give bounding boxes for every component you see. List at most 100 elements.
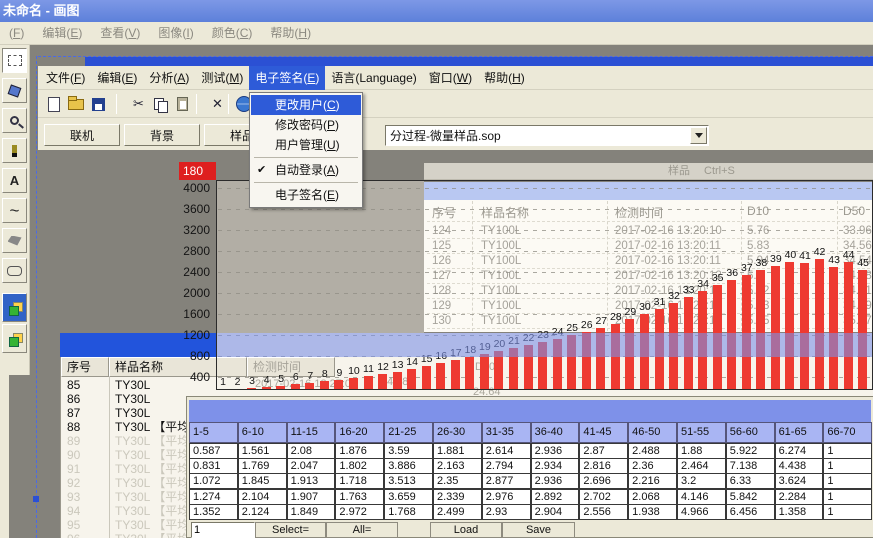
dist-cell[interactable]: 3.59: [384, 443, 433, 459]
dist-cell[interactable]: 3.659: [384, 489, 433, 505]
dist-header-cell[interactable]: 16-20: [335, 422, 384, 443]
tool-zoom-button[interactable]: [2, 108, 27, 133]
dist-cell[interactable]: 1.88: [677, 443, 726, 459]
dist-cell[interactable]: 4.438: [775, 458, 824, 474]
dist-cell[interactable]: 3.513: [384, 473, 433, 489]
dist-cell[interactable]: 3.624: [775, 473, 824, 489]
delete-button[interactable]: ✕: [207, 94, 228, 114]
sop-combo[interactable]: 分过程-微量样品.sop: [385, 125, 709, 146]
menu-item-电子签名(E)[interactable]: 电子签名(E): [251, 185, 361, 205]
combo-dropdown-button[interactable]: [690, 127, 707, 144]
dist-cell[interactable]: 2.87: [579, 443, 628, 459]
paint-title-bar[interactable]: 未命名 - 画图: [0, 0, 873, 22]
dist-header-cell[interactable]: 51-55: [677, 422, 726, 443]
dist-cell[interactable]: 1.352: [189, 504, 238, 520]
dist-cell[interactable]: 1.561: [238, 443, 287, 459]
dist-cell[interactable]: 6.274: [775, 443, 824, 459]
dist-header-cell[interactable]: 11-15: [287, 422, 336, 443]
tool-curve-button[interactable]: ~: [2, 198, 27, 223]
dist-cell[interactable]: 1.274: [189, 489, 238, 505]
dist-cell[interactable]: 4.966: [677, 504, 726, 520]
dist-cell[interactable]: 1.913: [287, 473, 336, 489]
dist-cell[interactable]: 2.936: [531, 473, 580, 489]
dist-cell[interactable]: 2.068: [628, 489, 677, 505]
paint-menu-item-5[interactable]: 帮助(H): [261, 22, 320, 45]
dist-cell[interactable]: 0.831: [189, 458, 238, 474]
dist-cell[interactable]: 1: [823, 458, 872, 474]
dist-header-cell[interactable]: 26-30: [433, 422, 482, 443]
dist-cell[interactable]: 1.718: [335, 473, 384, 489]
dist-cell[interactable]: 5.922: [726, 443, 775, 459]
dist-cell[interactable]: 2.488: [628, 443, 677, 459]
load-button[interactable]: Load: [430, 522, 502, 538]
dist-header-cell[interactable]: 31-35: [482, 422, 531, 443]
tool-select-button[interactable]: [2, 48, 27, 73]
paste-option-opaque-paste[interactable]: [2, 293, 27, 322]
copy-button[interactable]: [150, 94, 171, 114]
paint-menu-item-4[interactable]: 颜色(C): [203, 22, 262, 45]
dist-cell[interactable]: 1.802: [335, 458, 384, 474]
dist-cell[interactable]: 2.936: [531, 443, 580, 459]
dist-header-cell[interactable]: 56-60: [726, 422, 775, 443]
app-menu-item-7[interactable]: 帮助(H): [478, 66, 531, 90]
dist-cell[interactable]: 2.556: [579, 504, 628, 520]
distribution-title-bar[interactable]: [189, 400, 871, 422]
row-count-input[interactable]: [191, 522, 255, 538]
save-button[interactable]: Save: [502, 522, 575, 538]
dist-cell[interactable]: 2.35: [433, 473, 482, 489]
dist-header-cell[interactable]: 61-65: [775, 422, 824, 443]
dist-cell[interactable]: 2.702: [579, 489, 628, 505]
cut-button[interactable]: ✂: [128, 94, 149, 114]
dist-cell[interactable]: 1.907: [287, 489, 336, 505]
select-button[interactable]: Select=: [255, 522, 326, 538]
dist-header-cell[interactable]: 41-45: [579, 422, 628, 443]
dist-cell[interactable]: 2.976: [482, 489, 531, 505]
save-button[interactable]: [88, 94, 109, 114]
dist-cell[interactable]: 2.104: [238, 489, 287, 505]
app-menu-item-6[interactable]: 窗口(W): [423, 66, 478, 90]
all-button[interactable]: All=: [326, 522, 398, 538]
dist-cell[interactable]: 1.849: [287, 504, 336, 520]
dist-cell[interactable]: 2.892: [531, 489, 580, 505]
dist-cell[interactable]: 2.216: [628, 473, 677, 489]
paint-menu-item-3[interactable]: 图像(I): [149, 22, 202, 45]
dist-cell[interactable]: 5.842: [726, 489, 775, 505]
dist-cell[interactable]: 1: [823, 443, 872, 459]
dist-cell[interactable]: 1.769: [238, 458, 287, 474]
dist-cell[interactable]: 1.358: [775, 504, 824, 520]
ghost-menu-item-sample[interactable]: 样品 Ctrl+S: [424, 163, 873, 180]
app-menu-item-3[interactable]: 测试(M): [195, 66, 249, 90]
paint-menu-item-0[interactable]: (F): [0, 22, 33, 45]
dist-cell[interactable]: 2.047: [287, 458, 336, 474]
tool-polygon-button[interactable]: [2, 228, 27, 253]
open-button[interactable]: [65, 94, 86, 114]
dist-cell[interactable]: 2.794: [482, 458, 531, 474]
tool-text-button[interactable]: A: [2, 168, 27, 193]
dist-cell[interactable]: 4.146: [677, 489, 726, 505]
dist-cell[interactable]: 2.163: [433, 458, 482, 474]
dist-cell[interactable]: 2.877: [482, 473, 531, 489]
app-menu-item-1[interactable]: 编辑(E): [91, 66, 143, 90]
paint-menu-item-1[interactable]: 编辑(E): [33, 22, 91, 45]
dist-cell[interactable]: 2.614: [482, 443, 531, 459]
dist-cell[interactable]: 1.768: [384, 504, 433, 520]
dist-cell[interactable]: 3.886: [384, 458, 433, 474]
dist-cell[interactable]: 6.456: [726, 504, 775, 520]
menu-item-用户管理(U)[interactable]: 用户管理(U): [251, 135, 361, 155]
dist-cell[interactable]: 2.36: [628, 458, 677, 474]
dist-cell[interactable]: 2.816: [579, 458, 628, 474]
dist-header-cell[interactable]: 36-40: [531, 422, 580, 443]
dist-cell[interactable]: 2.934: [531, 458, 580, 474]
dist-header-cell[interactable]: 66-70: [823, 422, 872, 443]
dist-header-cell[interactable]: 21-25: [384, 422, 433, 443]
dist-cell[interactable]: 1: [823, 489, 872, 505]
dist-header-cell[interactable]: 6-10: [238, 422, 287, 443]
tool-fill-button[interactable]: [2, 78, 27, 103]
dist-cell[interactable]: 1.845: [238, 473, 287, 489]
dist-cell[interactable]: 6.33: [726, 473, 775, 489]
dist-cell[interactable]: 2.464: [677, 458, 726, 474]
dist-cell[interactable]: 2.08: [287, 443, 336, 459]
paste-button[interactable]: [172, 94, 193, 114]
app-menu-item-4[interactable]: 电子签名(E): [249, 66, 325, 90]
dist-cell[interactable]: 1.881: [433, 443, 482, 459]
